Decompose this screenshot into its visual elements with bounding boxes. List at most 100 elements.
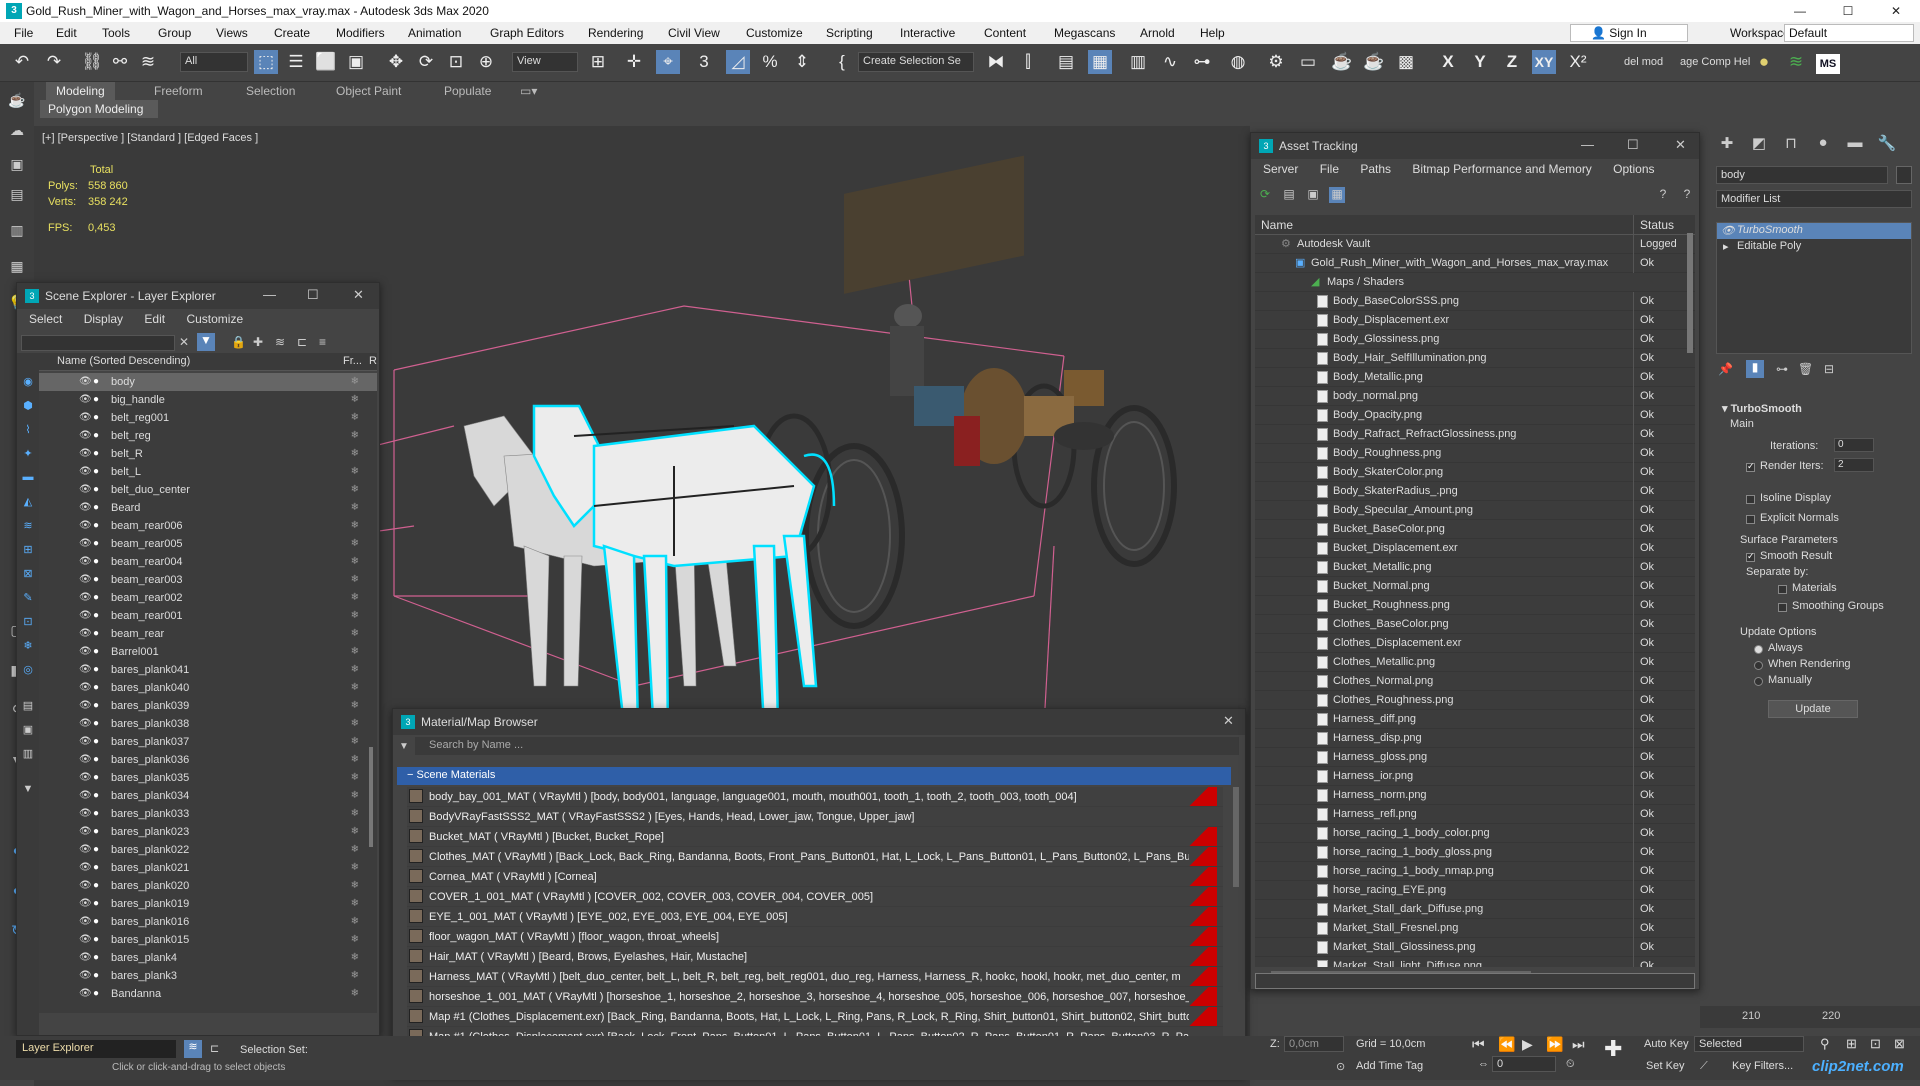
- select-by-name-icon[interactable]: ☰: [284, 50, 308, 74]
- eye-icon[interactable]: 👁: [1721, 224, 1735, 237]
- freeze-icon[interactable]: ❄: [351, 769, 359, 787]
- goto-start-icon[interactable]: ⏮: [1472, 1036, 1485, 1053]
- move-icon[interactable]: ✥: [384, 50, 408, 74]
- smooth-result-checkbox[interactable]: [1746, 551, 1755, 562]
- visibility-eye-icon[interactable]: 👁: [79, 571, 92, 589]
- display-groups-icon[interactable]: ⊞: [21, 543, 35, 557]
- asset-row[interactable]: Harness_ior.png Ok: [1255, 767, 1695, 786]
- visibility-eye-icon[interactable]: 👁: [79, 373, 92, 391]
- undo-icon[interactable]: ↶: [10, 50, 34, 74]
- display-geometry-icon[interactable]: ⬢: [21, 399, 35, 413]
- layer-explorer-dropdown[interactable]: Layer Explorer: [16, 1040, 176, 1058]
- material-row[interactable]: EYE_1_001_MAT ( VRayMtl ) [EYE_002, EYE_…: [407, 907, 1223, 927]
- menu-modifiers[interactable]: Modifiers: [336, 26, 385, 40]
- asset-row[interactable]: Body_Glossiness.png Ok: [1255, 330, 1695, 349]
- se-scrollbar[interactable]: [369, 747, 373, 847]
- visibility-eye-icon[interactable]: 👁: [79, 517, 92, 535]
- make-unique-icon[interactable]: ⊶: [1776, 362, 1788, 376]
- freeze-icon[interactable]: ❄: [351, 463, 359, 481]
- ribbon-options-icon[interactable]: ▭▾: [510, 82, 547, 100]
- visibility-eye-icon[interactable]: 👁: [79, 985, 92, 1003]
- se-layers-icon[interactable]: ≋: [275, 335, 285, 349]
- percent-snap-icon[interactable]: %: [758, 50, 782, 74]
- visibility-eye-icon[interactable]: 👁: [79, 391, 92, 409]
- scene-object-row[interactable]: 👁 ● bares_plank038 ❄: [39, 715, 377, 733]
- display-references-icon[interactable]: ▣: [21, 723, 35, 737]
- asset-tracking-titlebar[interactable]: 3 Asset Tracking — ☐ ✕: [1251, 133, 1699, 159]
- scene-object-row[interactable]: 👁 ● bares_plank3 ❄: [39, 967, 377, 985]
- redo-icon[interactable]: ↷: [42, 50, 66, 74]
- render-iterative-icon[interactable]: ☕: [1362, 50, 1386, 74]
- visibility-eye-icon[interactable]: 👁: [79, 481, 92, 499]
- keyboard-shortcut-override-icon[interactable]: ⌖: [656, 50, 680, 74]
- scene-object-row[interactable]: 👁 ● bares_plank034 ❄: [39, 787, 377, 805]
- snaps-toggle-icon[interactable]: 3: [692, 50, 716, 74]
- scene-object-row[interactable]: 👁 ● beam_rear003 ❄: [39, 571, 377, 589]
- asset-row[interactable]: Bucket_Normal.png Ok: [1255, 577, 1695, 596]
- update-button[interactable]: Update: [1768, 700, 1858, 718]
- freeze-icon[interactable]: ❄: [351, 715, 359, 733]
- key-filter-selected-dropdown[interactable]: Selected: [1694, 1036, 1804, 1052]
- toggle-ribbon-icon[interactable]: ▥: [1126, 50, 1150, 74]
- freeze-icon[interactable]: ❄: [351, 373, 359, 391]
- render-iters-spinner[interactable]: 2: [1834, 458, 1874, 472]
- visibility-eye-icon[interactable]: 👁: [79, 589, 92, 607]
- visibility-eye-icon[interactable]: 👁: [79, 427, 92, 445]
- asset-row[interactable]: Body_Rafract_RefractGlossiness.png Ok: [1255, 425, 1695, 444]
- cloud-icon[interactable]: ☁: [6, 122, 28, 142]
- rotate-icon[interactable]: ⟳: [414, 50, 438, 74]
- viewport-label[interactable]: [+] [Perspective ] [Standard ] [Edged Fa…: [42, 132, 258, 144]
- menu-group[interactable]: Group: [158, 26, 191, 40]
- align-icon[interactable]: ⫿: [1016, 50, 1040, 74]
- at-col-status[interactable]: Status: [1633, 215, 1680, 235]
- layers-stack-icon[interactable]: ≋: [1784, 50, 1808, 74]
- display-xrefs-icon[interactable]: ⊠: [21, 567, 35, 581]
- scene-object-row[interactable]: 👁 ● bares_plank036 ❄: [39, 751, 377, 769]
- stack-item-editable-poly[interactable]: ▸ Editable Poly: [1717, 239, 1911, 255]
- display-children-icon[interactable]: ▤: [21, 699, 35, 713]
- se-lock-icon[interactable]: 🔒: [231, 335, 246, 349]
- freeze-icon[interactable]: ❄: [351, 607, 359, 625]
- menu-views[interactable]: Views: [216, 26, 248, 40]
- material-row[interactable]: Map #1 (Clothes_Displacement.exr) [Back_…: [407, 1007, 1223, 1027]
- thumbnail-view-icon[interactable]: ▣: [1305, 187, 1321, 203]
- add-time-tag-button[interactable]: Add Time Tag: [1356, 1060, 1423, 1072]
- visibility-eye-icon[interactable]: 👁: [79, 553, 92, 571]
- menu-civil-view[interactable]: Civil View: [668, 26, 720, 40]
- remove-modifier-icon[interactable]: 🗑: [1798, 362, 1813, 376]
- polygon-modeling-panel[interactable]: Polygon Modeling: [40, 100, 158, 118]
- se-menu-select[interactable]: Select: [29, 312, 62, 326]
- asset-row[interactable]: Market_Stall_Fresnel.png Ok: [1255, 919, 1695, 938]
- asset-row[interactable]: Clothes_Normal.png Ok: [1255, 672, 1695, 691]
- material-row[interactable]: BodyVRayFastSSS2_MAT ( VRayFastSSS2 ) [E…: [407, 807, 1223, 827]
- display-filter-icon[interactable]: ▼: [21, 783, 35, 797]
- scale-icon[interactable]: ⊡: [444, 50, 468, 74]
- visibility-eye-icon[interactable]: 👁: [79, 625, 92, 643]
- se-menu-display[interactable]: Display: [84, 312, 123, 326]
- display-lights-icon[interactable]: ✦: [21, 447, 35, 461]
- at-col-name[interactable]: Name: [1261, 218, 1293, 232]
- freeze-icon[interactable]: ❄: [351, 877, 359, 895]
- freeze-icon[interactable]: ❄: [351, 823, 359, 841]
- se-close-button[interactable]: ✕: [353, 287, 364, 303]
- reference-coordinate-dropdown[interactable]: View: [512, 52, 578, 72]
- at-minimize-button[interactable]: —: [1581, 137, 1594, 152]
- visibility-eye-icon[interactable]: 👁: [79, 823, 92, 841]
- minimize-button[interactable]: —: [1782, 2, 1818, 20]
- key-filters-button[interactable]: Key Filters...: [1732, 1060, 1793, 1072]
- visibility-eye-icon[interactable]: 👁: [79, 679, 92, 697]
- material-row[interactable]: Harness_MAT ( VRayMtl ) [belt_duo_center…: [407, 967, 1223, 987]
- render-setup-icon[interactable]: ⚙: [1264, 50, 1288, 74]
- at-maximize-button[interactable]: ☐: [1627, 137, 1639, 153]
- toggle-layer-explorer-icon[interactable]: ▦: [1088, 50, 1112, 74]
- freeze-icon[interactable]: ❄: [351, 661, 359, 679]
- workspace-dropdown[interactable]: Default: [1784, 24, 1914, 42]
- table-view-icon[interactable]: ▦: [1329, 187, 1345, 203]
- current-frame-field[interactable]: 0: [1492, 1056, 1556, 1072]
- visibility-eye-icon[interactable]: 👁: [79, 715, 92, 733]
- mb-options-icon[interactable]: ▼: [399, 741, 409, 752]
- scene-object-row[interactable]: 👁 ● bares_plank022 ❄: [39, 841, 377, 859]
- at-menu-paths[interactable]: Paths: [1360, 162, 1391, 176]
- freeze-icon[interactable]: ❄: [351, 949, 359, 967]
- explicit-normals-checkbox[interactable]: [1746, 515, 1755, 524]
